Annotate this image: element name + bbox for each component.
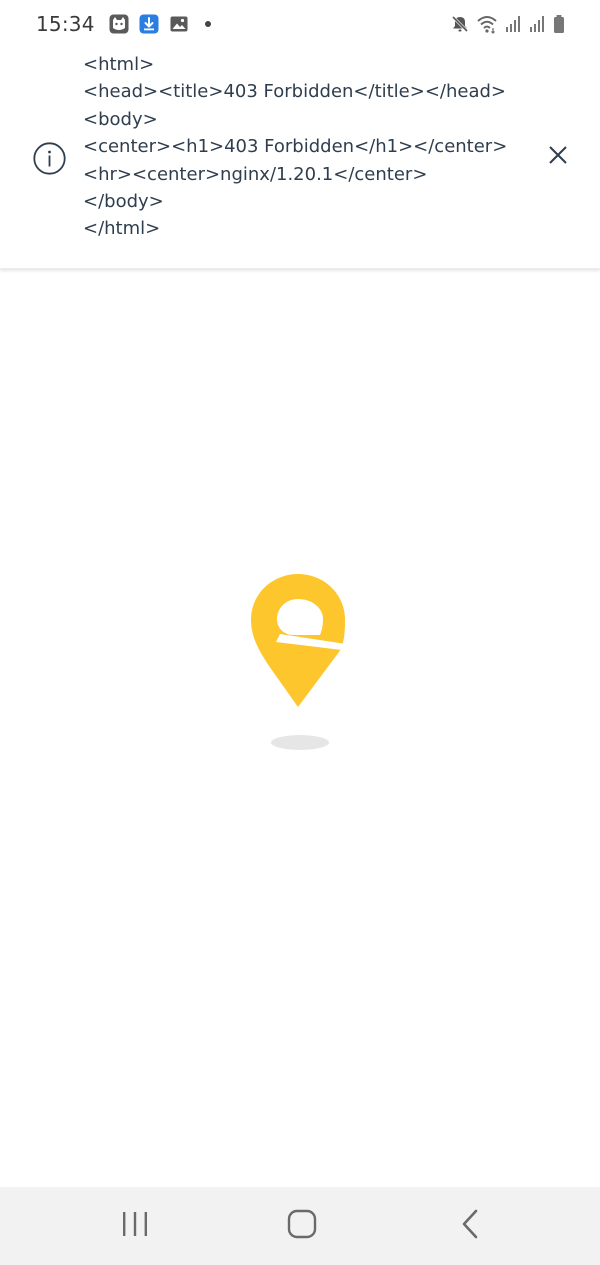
recents-icon bbox=[121, 1211, 149, 1242]
back-icon bbox=[460, 1209, 480, 1244]
banner-message: <html> <head><title>403 Forbidden</title… bbox=[83, 51, 523, 243]
cat-app-icon bbox=[109, 14, 129, 34]
status-time: 15:34 bbox=[36, 12, 95, 36]
battery-icon bbox=[552, 14, 566, 34]
recents-button[interactable] bbox=[95, 1187, 175, 1265]
close-icon bbox=[548, 145, 568, 170]
wifi-icon bbox=[476, 14, 498, 34]
more-notifications-dot bbox=[204, 21, 211, 27]
banner-message-line: </html> bbox=[83, 218, 161, 240]
error-banner: <html> <head><title>403 Forbidden</title… bbox=[0, 48, 600, 269]
banner-message-line: <html> bbox=[83, 54, 155, 75]
app-screen: 15:34 <html> <head><title>403 Forbidden<… bbox=[0, 0, 600, 1265]
home-button[interactable] bbox=[262, 1187, 342, 1265]
back-button[interactable] bbox=[430, 1187, 510, 1265]
status-left: 15:34 bbox=[36, 12, 211, 36]
banner-message-line: <body> bbox=[83, 108, 158, 130]
info-icon bbox=[33, 142, 66, 175]
status-bar: 15:34 bbox=[0, 0, 600, 48]
banner-message-line: <hr><center>nginx/1.20.1</center> bbox=[83, 163, 428, 185]
mute-icon bbox=[450, 14, 470, 34]
navigation-bar bbox=[0, 1187, 600, 1265]
banner-message-line: <center><h1>403 Forbidden</h1></center> bbox=[83, 136, 508, 158]
map-pin-icon bbox=[246, 572, 350, 712]
pin-shadow bbox=[271, 735, 329, 750]
signal-icon bbox=[528, 15, 546, 33]
status-right bbox=[450, 14, 566, 34]
gallery-icon bbox=[169, 14, 189, 34]
download-app-icon bbox=[139, 14, 159, 34]
banner-message-line: </body> bbox=[83, 191, 164, 213]
home-icon bbox=[287, 1209, 317, 1244]
banner-close-button[interactable] bbox=[544, 143, 572, 171]
signal-icon bbox=[504, 15, 522, 33]
banner-message-line: <head><title>403 Forbidden</title></head… bbox=[83, 81, 507, 103]
